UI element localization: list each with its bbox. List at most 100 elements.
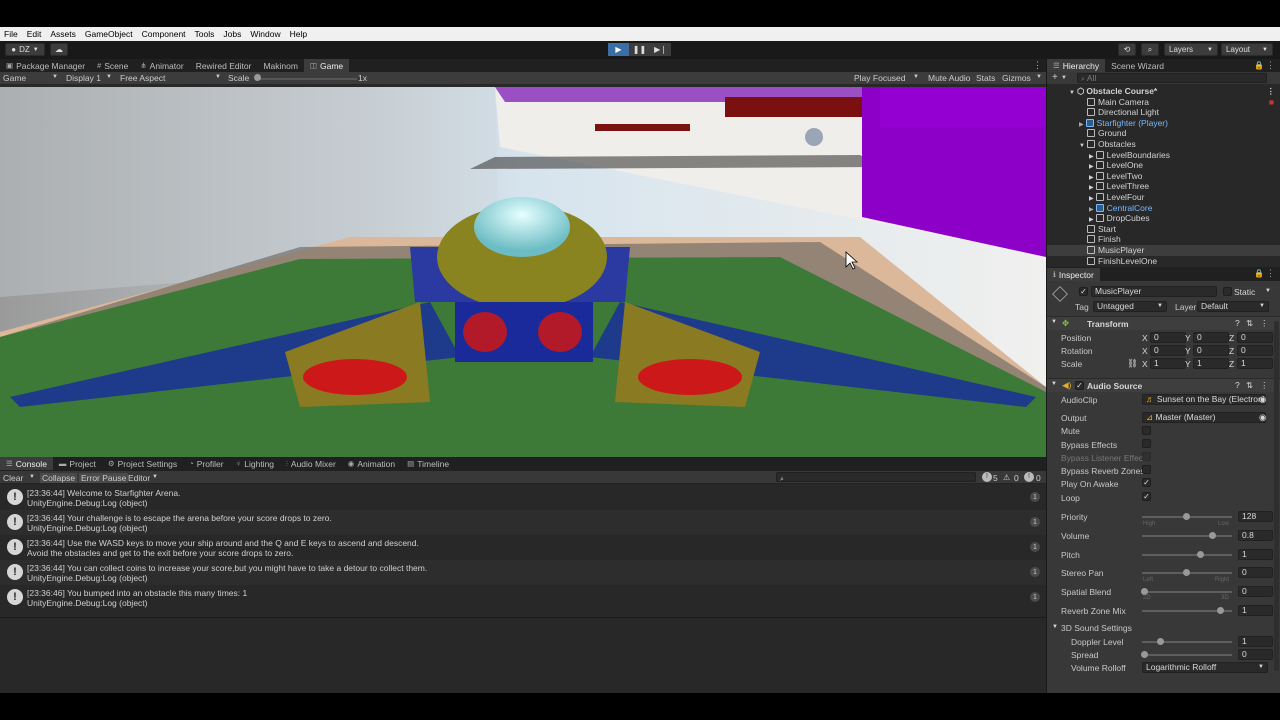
more-options-icon[interactable]: ⋮ <box>1260 318 1269 329</box>
menu-assets[interactable]: Assets <box>50 29 76 39</box>
gizmos-dropdown[interactable]: Gizmos <box>1002 73 1031 83</box>
audio-source-header[interactable]: ▼ ◀) ✓ Audio Source ? ⇅ ⋮ <box>1047 378 1280 392</box>
hierarchy-item[interactable]: Main Camera ■ <box>1047 97 1280 108</box>
log-entry[interactable]: ! [23:36:44] Use the WASD keys to move y… <box>0 535 1046 560</box>
add-button[interactable]: + <box>1052 72 1058 83</box>
menu-help[interactable]: Help <box>290 29 307 39</box>
hierarchy-item[interactable]: ▶ CentralCore <box>1047 203 1280 214</box>
spread-slider-knob[interactable] <box>1141 651 1148 658</box>
tab-hierarchy[interactable]: ☰ Hierarchy <box>1047 59 1106 72</box>
help-icon[interactable]: ? <box>1235 318 1240 328</box>
hierarchy-item[interactable]: Start <box>1047 224 1280 235</box>
log-entry[interactable]: ! [23:36:46] You bumped into an obstacle… <box>0 585 1046 610</box>
lock-icon[interactable]: 🔒 <box>1254 61 1264 70</box>
history-button[interactable]: ⟲ <box>1118 43 1136 56</box>
hierarchy-scene-root[interactable]: ▼ ⬡ Obstacle Course* ⋮ <box>1047 86 1280 97</box>
tab-project-settings[interactable]: ⚙ Project Settings <box>102 457 183 470</box>
stereo-pan-field[interactable]: 0 <box>1238 567 1273 578</box>
hierarchy-item[interactable]: Finish <box>1047 234 1280 245</box>
spatial-blend-field[interactable]: 0 <box>1238 586 1273 597</box>
account-button[interactable]: ● DZ ▼ <box>5 43 45 56</box>
tab-makinom[interactable]: Makinom <box>257 59 303 72</box>
doppler-level-field[interactable]: 1 <box>1238 636 1273 647</box>
editor-dropdown[interactable]: Editor <box>128 473 150 483</box>
menu-file[interactable]: File <box>4 29 18 39</box>
tab-package-manager[interactable]: ▣ Package Manager <box>0 59 91 72</box>
volume-field[interactable]: 0.8 <box>1238 530 1273 541</box>
hierarchy-item[interactable]: Directional Light <box>1047 107 1280 118</box>
tab-audio-mixer[interactable]: ⫶ Audio Mixer <box>280 457 342 470</box>
log-entry[interactable]: ! [23:36:44] Your challenge is to escape… <box>0 510 1046 535</box>
reverb-zone-mix-field[interactable]: 1 <box>1238 605 1273 616</box>
tab-lighting[interactable]: ♀ Lighting <box>230 457 280 470</box>
tab-profiler[interactable]: ◔ Profiler <box>183 457 229 470</box>
loop-checkbox[interactable]: ✓ <box>1142 492 1151 501</box>
tab-scene[interactable]: # Scene <box>91 59 134 72</box>
aspect-dropdown[interactable]: Free Aspect <box>120 73 165 83</box>
log-entry[interactable]: ! [23:36:44] Welcome to Starfighter Aren… <box>0 485 1046 510</box>
lock-icon[interactable]: 🔒 <box>1254 269 1264 278</box>
stereo-pan-slider-knob[interactable] <box>1183 569 1190 576</box>
bypass-reverb-checkbox[interactable] <box>1142 465 1151 474</box>
constrain-scale-icon[interactable]: ⛓ <box>1127 358 1138 369</box>
more-options-icon[interactable]: ⋮ <box>1266 268 1275 279</box>
menu-gameobject[interactable]: GameObject <box>85 29 133 39</box>
console-detail-divider[interactable] <box>0 617 1046 618</box>
bypass-listener-checkbox[interactable] <box>1142 452 1151 461</box>
bypass-effects-checkbox[interactable] <box>1142 439 1151 448</box>
audioclip-field[interactable]: ♬ Sunset on the Bay (Electroni <box>1142 394 1266 405</box>
menu-tools[interactable]: Tools <box>195 29 215 39</box>
object-name-input[interactable]: MusicPlayer <box>1091 286 1217 297</box>
collapse-toggle[interactable]: Collapse <box>40 473 78 483</box>
layers-dropdown[interactable]: Layers ▼ <box>1164 43 1218 56</box>
menu-window[interactable]: Window <box>250 29 280 39</box>
more-options-icon[interactable]: ⋮ <box>1267 86 1276 97</box>
position-x-field[interactable]: 0 <box>1150 332 1186 343</box>
tab-console[interactable]: ☰ Console <box>0 457 53 470</box>
spatial-blend-slider[interactable] <box>1142 591 1232 593</box>
console-search-input[interactable]: ⌕ <box>776 472 976 482</box>
volume-slider[interactable] <box>1142 535 1232 537</box>
hierarchy-item[interactable]: ▶ LevelFour <box>1047 192 1280 203</box>
expand-icon[interactable]: ▼ <box>1052 624 1058 630</box>
mute-audio-toggle[interactable]: Mute Audio <box>928 73 971 83</box>
hierarchy-item[interactable]: ▶ LevelOne <box>1047 160 1280 171</box>
volume-rolloff-dropdown[interactable]: Logarithmic Rolloff ▼ <box>1142 662 1268 673</box>
volume-slider-knob[interactable] <box>1209 532 1216 539</box>
reverb-zone-mix-slider-knob[interactable] <box>1217 607 1224 614</box>
game-viewport[interactable] <box>0 87 1046 488</box>
rotation-x-field[interactable]: 0 <box>1150 345 1186 356</box>
scale-slider-knob[interactable] <box>254 74 261 81</box>
spread-slider[interactable] <box>1142 654 1232 656</box>
preset-icon[interactable]: ⇅ <box>1246 380 1253 391</box>
more-options-icon[interactable]: ⋮ <box>1266 60 1275 71</box>
tab-animator[interactable]: ⋔ Animator <box>134 59 189 72</box>
hierarchy-item[interactable]: Ground <box>1047 128 1280 139</box>
scale-slider[interactable] <box>257 78 357 80</box>
layer-dropdown[interactable]: Default ▼ <box>1197 301 1269 312</box>
warning-count-icon[interactable]: ! <box>982 472 992 482</box>
scale-z-field[interactable]: 1 <box>1237 358 1273 369</box>
doppler-level-slider[interactable] <box>1142 641 1232 643</box>
tab-timeline[interactable]: ▤ Timeline <box>401 457 455 470</box>
active-checkbox[interactable]: ✓ <box>1079 287 1088 296</box>
tab-inspector[interactable]: ℹ Inspector <box>1047 268 1100 281</box>
mute-checkbox[interactable] <box>1142 426 1151 435</box>
pitch-slider-knob[interactable] <box>1197 551 1204 558</box>
hierarchy-item[interactable]: ▶ LevelThree <box>1047 181 1280 192</box>
play-focused-dropdown[interactable]: Play Focused <box>854 73 906 83</box>
play-on-awake-checkbox[interactable]: ✓ <box>1142 478 1151 487</box>
pause-button[interactable]: ❚❚ <box>629 43 650 56</box>
chevron-down-icon[interactable]: ▼ <box>1265 288 1271 294</box>
tab-scene-wizard[interactable]: Scene Wizard <box>1105 59 1170 72</box>
more-options-icon[interactable]: ⋮ <box>1033 60 1042 71</box>
priority-field[interactable]: 128 <box>1238 511 1273 522</box>
game-mode-dropdown[interactable]: Game <box>3 73 26 83</box>
hierarchy-search-input[interactable]: ⌕ All <box>1077 73 1267 83</box>
scale-x-field[interactable]: 1 <box>1150 358 1186 369</box>
clear-button[interactable]: Clear <box>3 473 23 483</box>
3d-sound-settings-foldout[interactable]: 3D Sound Settings <box>1061 623 1132 633</box>
help-icon[interactable]: ? <box>1235 380 1240 390</box>
preset-icon[interactable]: ⇅ <box>1246 318 1253 329</box>
spread-field[interactable]: 0 <box>1238 649 1273 660</box>
